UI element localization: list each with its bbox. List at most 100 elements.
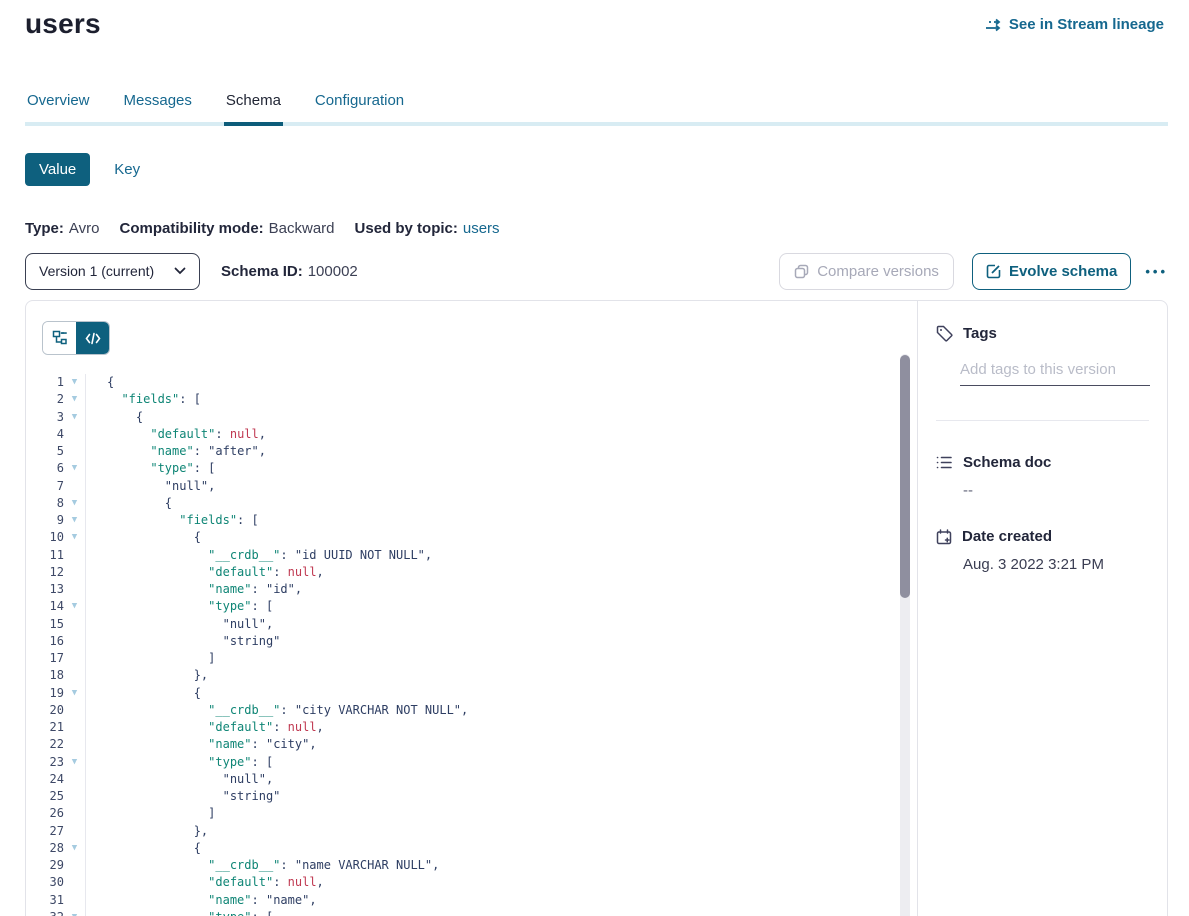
view-mode-toggle	[42, 321, 110, 355]
used-by-topic-link[interactable]: users	[463, 220, 500, 237]
fold-spacer	[64, 564, 85, 581]
code-line: 29 "__crdb__": "name VARCHAR NULL",	[26, 857, 897, 874]
evolve-schema-button[interactable]: Evolve schema	[972, 253, 1131, 290]
tree-view-button[interactable]	[43, 322, 76, 354]
code-line: 7 "null",	[26, 478, 897, 495]
code-line-text: {	[85, 529, 897, 546]
code-view-icon	[85, 332, 101, 345]
fold-arrow-icon[interactable]: ▼	[64, 512, 85, 529]
fold-arrow-icon[interactable]: ▼	[64, 685, 85, 702]
date-created-heading: Date created	[936, 528, 1149, 545]
stream-lineage-label: See in Stream lineage	[1009, 16, 1164, 33]
line-number: 32	[26, 909, 64, 916]
code-view-button[interactable]	[76, 322, 109, 354]
code-line: 19▼ {	[26, 685, 897, 702]
line-number: 1	[26, 374, 64, 391]
code-line: 17 ]	[26, 650, 897, 667]
key-toggle-link[interactable]: Key	[114, 161, 140, 178]
tags-input[interactable]	[960, 361, 1150, 386]
tab-configuration[interactable]: Configuration	[313, 88, 406, 122]
code-line: 16 "string"	[26, 633, 897, 650]
tab-overview[interactable]: Overview	[25, 88, 92, 122]
fold-arrow-icon[interactable]: ▼	[64, 840, 85, 857]
code-line: 30 "default": null,	[26, 874, 897, 891]
code-line-text: "__crdb__": "city VARCHAR NOT NULL",	[85, 702, 897, 719]
code-line-text: "default": null,	[85, 564, 897, 581]
schema-doc-value: --	[963, 482, 1149, 499]
fold-arrow-icon[interactable]: ▼	[64, 495, 85, 512]
line-number: 21	[26, 719, 64, 736]
code-editor[interactable]: 1▼{2▼ "fields": [3▼ {4 "default": null,5…	[26, 374, 897, 916]
fold-arrow-icon[interactable]: ▼	[64, 909, 85, 916]
code-line: 14▼ "type": [	[26, 598, 897, 615]
line-number: 22	[26, 736, 64, 753]
line-number: 9	[26, 512, 64, 529]
version-select[interactable]: Version 1 (current)	[25, 253, 200, 290]
code-line-text: ]	[85, 650, 897, 667]
code-line: 11 "__crdb__": "id UUID NOT NULL",	[26, 547, 897, 564]
fold-arrow-icon[interactable]: ▼	[64, 391, 85, 408]
schema-id-label: Schema ID:	[221, 263, 303, 280]
code-line: 20 "__crdb__": "city VARCHAR NOT NULL",	[26, 702, 897, 719]
tag-icon	[936, 325, 953, 342]
line-number: 12	[26, 564, 64, 581]
line-number: 27	[26, 823, 64, 840]
code-line-text: "default": null,	[85, 719, 897, 736]
fold-arrow-icon[interactable]: ▼	[64, 460, 85, 477]
code-line-text: "string"	[85, 633, 897, 650]
code-line-text: "null",	[85, 616, 897, 633]
fold-spacer	[64, 788, 85, 805]
line-number: 5	[26, 443, 64, 460]
code-line-text: "type": [	[85, 460, 897, 477]
schema-doc-heading-label: Schema doc	[963, 454, 1051, 471]
fold-arrow-icon[interactable]: ▼	[64, 409, 85, 426]
tab-messages[interactable]: Messages	[122, 88, 194, 122]
fold-arrow-icon[interactable]: ▼	[64, 529, 85, 546]
fold-spacer	[64, 478, 85, 495]
code-line: 3▼ {	[26, 409, 897, 426]
more-actions-button[interactable]: •••	[1145, 264, 1168, 279]
line-number: 17	[26, 650, 64, 667]
fold-arrow-icon[interactable]: ▼	[64, 754, 85, 771]
editor-scrollbar-thumb[interactable]	[900, 355, 910, 598]
code-line: 15 "null",	[26, 616, 897, 633]
evolve-schema-label: Evolve schema	[1009, 263, 1117, 280]
code-line-text: ]	[85, 805, 897, 822]
type-value: Avro	[69, 220, 100, 237]
line-number: 29	[26, 857, 64, 874]
code-line: 23▼ "type": [	[26, 754, 897, 771]
compatibility-mode-label: Compatibility mode:	[119, 220, 263, 237]
line-number: 25	[26, 788, 64, 805]
fold-spacer	[64, 650, 85, 667]
fold-arrow-icon[interactable]: ▼	[64, 374, 85, 391]
see-in-stream-lineage-link[interactable]: See in Stream lineage	[985, 16, 1164, 33]
line-number: 31	[26, 892, 64, 909]
fold-spacer	[64, 616, 85, 633]
schema-sidebar: Tags Schema doc --	[917, 301, 1167, 916]
compare-versions-button[interactable]: Compare versions	[779, 253, 954, 290]
date-created-value: Aug. 3 2022 3:21 PM	[963, 556, 1149, 573]
schema-page: users See in Stream lineage Overview Mes…	[0, 0, 1189, 916]
line-number: 7	[26, 478, 64, 495]
code-line: 25 "string"	[26, 788, 897, 805]
code-line-text: "default": null,	[85, 426, 897, 443]
tab-schema[interactable]: Schema	[224, 88, 283, 126]
line-number: 18	[26, 667, 64, 684]
fold-spacer	[64, 581, 85, 598]
chevron-down-icon	[174, 267, 186, 275]
used-by-topic-label: Used by topic:	[355, 220, 458, 237]
code-line-text: "name": "city",	[85, 736, 897, 753]
code-line-text: "default": null,	[85, 874, 897, 891]
fold-spacer	[64, 702, 85, 719]
date-created-heading-label: Date created	[962, 528, 1052, 545]
code-line-text: "type": [	[85, 598, 897, 615]
line-number: 20	[26, 702, 64, 719]
code-line: 6▼ "type": [	[26, 460, 897, 477]
fold-arrow-icon[interactable]: ▼	[64, 598, 85, 615]
line-number: 24	[26, 771, 64, 788]
code-line-text: "null",	[85, 478, 897, 495]
code-line-text: "null",	[85, 771, 897, 788]
value-toggle-button[interactable]: Value	[25, 153, 90, 186]
editor-scrollbar-track[interactable]	[900, 354, 910, 916]
code-line-text: "__crdb__": "name VARCHAR NULL",	[85, 857, 897, 874]
